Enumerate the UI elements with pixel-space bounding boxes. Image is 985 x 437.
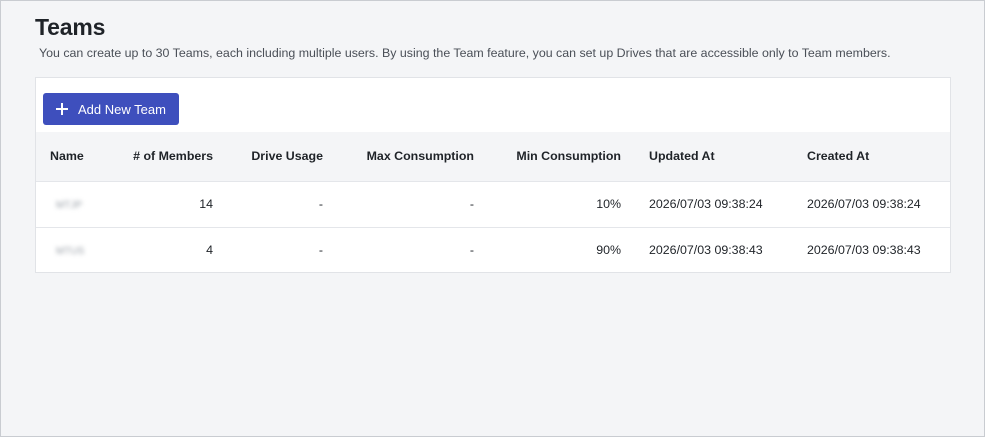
drive-usage: -	[318, 197, 323, 211]
team-name[interactable]: MTJP	[50, 200, 82, 211]
column-header-updated-at[interactable]: Updated At	[621, 132, 779, 181]
created-at: 2026/07/03 09:38:43	[807, 243, 921, 258]
max-consumption: -	[469, 243, 474, 258]
column-header-name[interactable]: Name	[36, 132, 116, 181]
column-header-min-consumption[interactable]: Min Consumption	[474, 132, 621, 181]
column-header-max-consumption[interactable]: Max Consumption	[323, 132, 474, 181]
teams-table: Name # of Members Drive Usage Max Consum…	[36, 132, 950, 273]
min-consumption: 90%	[596, 243, 621, 258]
page-description: You can create up to 30 Teams, each incl…	[39, 46, 891, 60]
table-row[interactable]: MTJP 14 - - 10% 2026/07/03 09:38:24 2026…	[36, 181, 950, 227]
add-new-team-label: Add New Team	[78, 101, 166, 117]
created-at: 2026/07/03 09:38:24	[807, 197, 921, 211]
column-header-members[interactable]: # of Members	[116, 132, 213, 181]
members-count: 4	[206, 243, 213, 258]
min-consumption: 10%	[596, 197, 621, 211]
members-count: 14	[199, 197, 213, 211]
teams-card: Add New Team Name # of Members Drive Usa…	[35, 77, 951, 273]
drive-usage: -	[318, 243, 323, 258]
column-header-created-at[interactable]: Created At	[779, 132, 950, 181]
plus-icon	[56, 103, 68, 115]
column-header-drive-usage[interactable]: Drive Usage	[213, 132, 323, 181]
table-row[interactable]: MTUS 4 - - 90% 2026/07/03 09:38:43 2026/…	[36, 227, 950, 273]
updated-at: 2026/07/03 09:38:24	[649, 197, 763, 211]
team-name[interactable]: MTUS	[50, 246, 84, 257]
add-new-team-button[interactable]: Add New Team	[43, 93, 179, 125]
page-title: Teams	[35, 14, 106, 40]
updated-at: 2026/07/03 09:38:43	[649, 243, 763, 258]
table-header-row: Name # of Members Drive Usage Max Consum…	[36, 132, 950, 181]
max-consumption: -	[469, 197, 474, 211]
